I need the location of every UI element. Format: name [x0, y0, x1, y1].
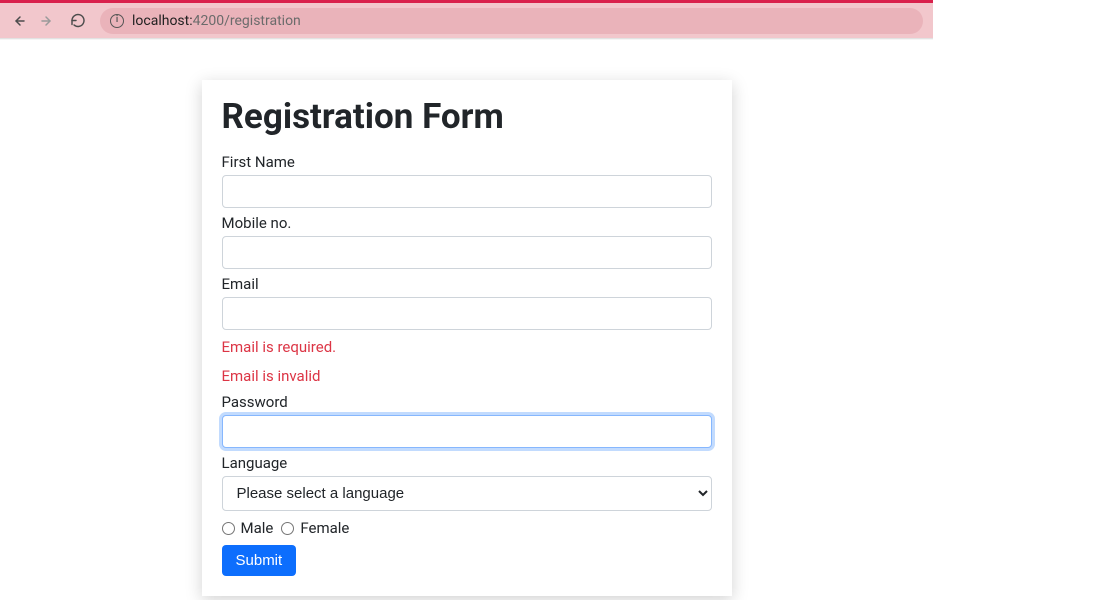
page-title: Registration Form — [222, 96, 712, 137]
first-name-input[interactable] — [222, 175, 712, 208]
url-path: 4200/registration — [193, 13, 301, 29]
gender-radio-group: Male Female — [222, 519, 712, 537]
reload-icon[interactable] — [70, 13, 86, 29]
address-text: localhost:4200/registration — [132, 13, 301, 29]
email-input[interactable] — [222, 297, 712, 330]
gender-male-radio[interactable] — [222, 522, 235, 535]
gender-female-radio[interactable] — [281, 522, 294, 535]
page-content: Registration Form First Name Mobile no. … — [0, 40, 933, 596]
url-host: localhost: — [132, 13, 193, 29]
password-label: Password — [222, 393, 712, 411]
password-input[interactable] — [222, 415, 712, 448]
language-select[interactable]: Please select a language — [222, 476, 712, 511]
submit-button[interactable]: Submit — [222, 545, 297, 576]
mobile-input[interactable] — [222, 236, 712, 269]
gender-female-label: Female — [300, 519, 349, 537]
site-info-icon[interactable]: i — [110, 14, 124, 28]
gender-male-label: Male — [241, 519, 274, 537]
browser-toolbar: i localhost:4200/registration — [0, 3, 933, 38]
back-icon[interactable] — [10, 13, 26, 29]
forward-icon[interactable] — [40, 13, 56, 29]
email-invalid-error: Email is invalid — [222, 365, 712, 388]
email-label: Email — [222, 275, 712, 293]
language-label: Language — [222, 454, 712, 472]
registration-card: Registration Form First Name Mobile no. … — [202, 80, 732, 596]
first-name-label: First Name — [222, 153, 712, 171]
address-bar[interactable]: i localhost:4200/registration — [100, 8, 923, 34]
email-required-error: Email is required. — [222, 336, 712, 359]
mobile-label: Mobile no. — [222, 214, 712, 232]
